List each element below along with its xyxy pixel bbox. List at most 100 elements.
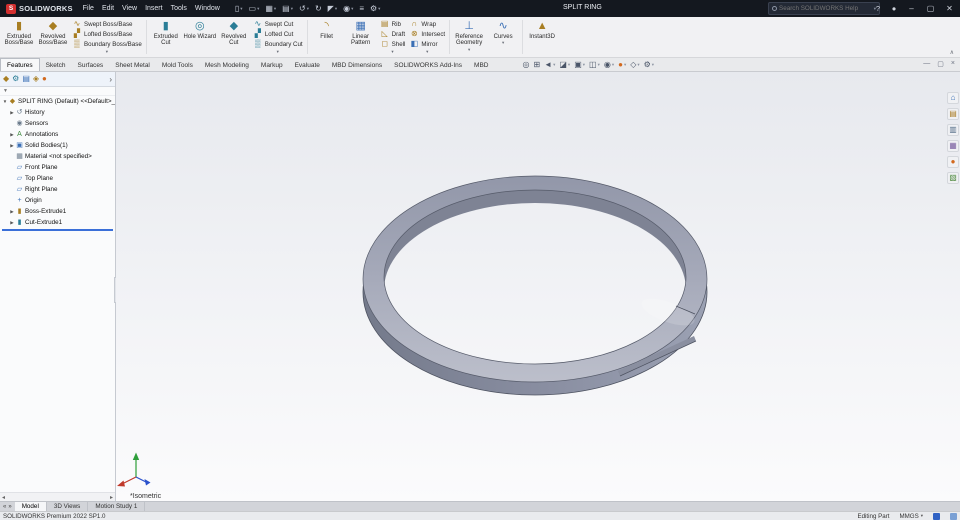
chevron-down-icon[interactable]: ▾ [652, 62, 654, 68]
tree-item-material[interactable]: ▦ Material <not specified> [0, 151, 115, 162]
doc-minimize-button[interactable]: — [923, 60, 930, 68]
chevron-down-icon[interactable]: ▾ [598, 62, 600, 68]
hole-wizard-button[interactable]: ◎ Hole Wizard [183, 18, 217, 56]
doc-close-button[interactable]: × [951, 60, 955, 68]
tree-item-sensors[interactable]: ◉ Sensors [0, 118, 115, 129]
tab-surfaces[interactable]: Surfaces [72, 59, 110, 71]
menu-file[interactable]: File [79, 3, 98, 14]
search-input[interactable] [779, 5, 871, 12]
displaymanager-tab-icon[interactable]: ● [42, 75, 47, 83]
graphics-area[interactable]: *Isometric ⌂ ▤ ▥ ▦ ● ▧ [116, 72, 960, 501]
boundary-boss-base-button[interactable]: ▒ Boundary Boss/Base [72, 39, 142, 49]
appearances-icon[interactable]: ● [947, 156, 959, 168]
rebuild-button[interactable]: ◉ ▾ [340, 4, 356, 13]
tab-mesh-modeling[interactable]: Mesh Modeling [199, 59, 255, 71]
graphics-canvas[interactable]: *Isometric [116, 72, 960, 501]
user-profile-icon[interactable]: ● [887, 4, 901, 13]
tree-item-front-plane[interactable]: ▱ Front Plane [0, 162, 115, 173]
tree-horizontal-scrollbar[interactable]: ◂ ▸ [0, 492, 115, 501]
chevron-down-icon[interactable]: ▾ [637, 62, 639, 68]
revolved-boss-base-button[interactable]: ◆ Revolved Boss/Base [36, 18, 70, 56]
minimize-button[interactable]: – [903, 4, 920, 13]
reference-geometry-button[interactable]: ⊥ Reference Geometry ▾ [452, 18, 486, 56]
chevron-down-icon[interactable]: ▾ [307, 6, 309, 12]
scroll-left-icon[interactable]: ◂ [2, 494, 5, 501]
tree-item-top-plane[interactable]: ▱ Top Plane [0, 173, 115, 184]
tree-item-origin[interactable]: + Origin [0, 195, 115, 206]
menu-view[interactable]: View [118, 3, 141, 14]
chevron-down-icon[interactable]: ▾ [291, 6, 293, 12]
linear-pattern-button[interactable]: ▦ Linear Pattern [344, 18, 378, 56]
chevron-down-icon[interactable]: ▾ [257, 6, 259, 12]
file-properties-button[interactable]: ≡ [356, 4, 367, 13]
mirror-button[interactable]: ◧ Mirror [409, 39, 445, 49]
revolved-cut-button[interactable]: ◆ Revolved Cut [217, 18, 251, 56]
tree-item-part-root[interactable]: ▼ ◆ SPLIT RING (Default) <<Default>_Disp [0, 96, 115, 107]
previous-view-button[interactable]: ◄ ▾ [544, 60, 555, 69]
tab-solidworks-add-ins[interactable]: SOLIDWORKS Add-Ins [388, 59, 468, 71]
maximize-button[interactable]: ▢ [922, 4, 939, 13]
intersect-button[interactable]: ⊗ Intersect [409, 29, 445, 39]
new-document-button[interactable]: ▯ ▾ [232, 4, 246, 13]
chevron-down-icon[interactable]: ▾ [612, 62, 614, 68]
custom-properties-icon[interactable]: ▧ [947, 172, 959, 184]
doc-restore-button[interactable]: ▢ [937, 60, 944, 68]
ribbon-collapse-icon[interactable]: ∧ [950, 49, 954, 56]
apply-scene-button[interactable]: ◇ ▾ [630, 60, 639, 69]
rollback-bar[interactable] [2, 229, 113, 231]
tab-model[interactable]: Model [14, 502, 47, 511]
resources-icon[interactable]: ⌂ [947, 92, 959, 104]
tab-sheet-metal[interactable]: Sheet Metal [109, 59, 156, 71]
scroll-right-icon[interactable]: ▸ [110, 494, 113, 501]
dimxpertmanager-tab-icon[interactable]: ◈ [33, 75, 39, 83]
chevron-down-icon[interactable]: ▾ [624, 62, 626, 68]
open-button[interactable]: ▭ ▾ [246, 4, 263, 13]
options-button[interactable]: ⚙ ▾ [367, 4, 383, 13]
tree-item-right-plane[interactable]: ▱ Right Plane [0, 184, 115, 195]
tab-mbd[interactable]: MBD [468, 59, 494, 71]
tree-item-history[interactable]: ▶ ↺ History [0, 107, 115, 118]
rib-button[interactable]: ▤ Rib [380, 19, 406, 29]
extruded-cut-button[interactable]: ▮ Extruded Cut [149, 18, 183, 56]
chevron-down-icon[interactable]: ▾ [72, 49, 142, 55]
menu-insert[interactable]: Insert [141, 3, 167, 14]
tab-mbd-dimensions[interactable]: MBD Dimensions [326, 59, 388, 71]
boundary-cut-button[interactable]: ▒ Boundary Cut [253, 39, 303, 49]
tab-sketch[interactable]: Sketch [40, 59, 72, 71]
chevron-down-icon[interactable]: ▾ [380, 49, 406, 55]
select-button[interactable]: ◤ ▾ [325, 4, 340, 13]
menu-tools[interactable]: Tools [167, 3, 191, 14]
menu-window[interactable]: Window [191, 3, 224, 14]
instant3d-button[interactable]: ▲ Instant3D [525, 18, 559, 56]
chevron-down-icon[interactable]: ▾ [240, 6, 242, 12]
extruded-boss-base-button[interactable]: ▮ Extruded Boss/Base [2, 18, 36, 56]
close-button[interactable]: ✕ [941, 4, 958, 13]
chevron-down-icon[interactable]: ▾ [274, 6, 276, 12]
file-explorer-icon[interactable]: ▥ [947, 124, 959, 136]
print-button[interactable]: ▤ ▾ [279, 4, 296, 13]
view-settings-button[interactable]: ⚙ ▾ [644, 60, 654, 69]
section-view-button[interactable]: ◪ ▾ [559, 60, 570, 69]
zoom-fit-button[interactable]: ◎ [522, 60, 529, 69]
chevron-down-icon[interactable]: ▾ [468, 47, 470, 53]
chevron-down-icon[interactable]: ▾ [409, 49, 445, 55]
units-selector[interactable]: MMGS ▾ [899, 513, 923, 520]
save-button[interactable]: ▦ ▾ [262, 4, 279, 13]
draft-button[interactable]: ◺ Draft [380, 29, 406, 39]
chevron-down-icon[interactable]: ▾ [335, 6, 337, 12]
filter-icon[interactable]: ▼ [3, 88, 8, 94]
undo-button[interactable]: ↺ ▾ [296, 4, 312, 13]
chevron-down-icon[interactable]: ▾ [583, 62, 585, 68]
lofted-boss-base-button[interactable]: ▞ Lofted Boss/Base [72, 29, 142, 39]
view-orientation-button[interactable]: ▣ ▾ [574, 60, 585, 69]
propertymanager-tab-icon[interactable]: ⚙ [12, 75, 19, 83]
chevron-down-icon[interactable]: ▾ [378, 6, 380, 12]
tab-scroll-left-icon[interactable]: « [3, 504, 6, 510]
tree-item-cut-extrude1[interactable]: ▶ ▮ Cut-Extrude1 [0, 217, 115, 228]
menu-edit[interactable]: Edit [98, 3, 118, 14]
shell-button[interactable]: ◻ Shell [380, 39, 405, 49]
display-style-button[interactable]: ◫ ▾ [589, 60, 600, 69]
chevron-down-icon[interactable]: ▾ [502, 40, 504, 46]
tab-evaluate[interactable]: Evaluate [289, 59, 326, 71]
curves-button[interactable]: ∿ Curves ▾ [486, 18, 520, 56]
